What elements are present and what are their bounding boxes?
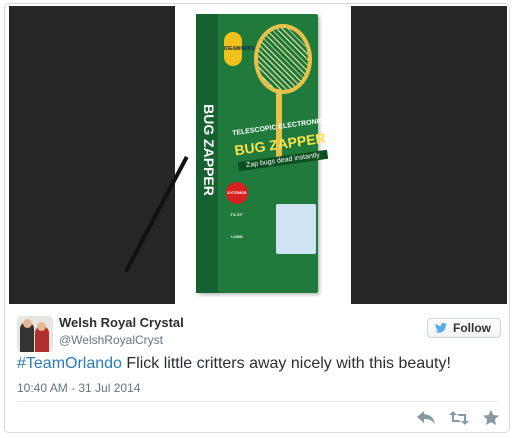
tweet-text-body: Flick little critters away nicely with t… — [121, 355, 451, 372]
zapper-racket-illustration — [254, 24, 312, 94]
reply-icon[interactable] — [417, 410, 435, 425]
box-side-label: BUG ZAPPER — [201, 104, 217, 196]
author-name[interactable]: Welsh Royal Crystal — [59, 315, 184, 330]
tweet-text: #TeamOrlando Flick little critters away … — [17, 355, 451, 373]
retweet-icon[interactable] — [449, 410, 469, 425]
follow-button[interactable]: Follow — [427, 318, 501, 338]
tweet-body: Welsh Royal Crystal @WelshRoyalCryst Fol… — [5, 304, 509, 432]
telescopic-pole-illustration — [123, 156, 189, 273]
box-side-panel: BUG ZAPPER — [196, 14, 218, 293]
follow-label: Follow — [453, 321, 491, 335]
extends-badge: EXTENDS TO 37" LONG — [226, 182, 248, 239]
product-box: BUG ZAPPER IDEAWORKS TELESCOPIC ELECTRON… — [196, 14, 329, 293]
product-photo: BUG ZAPPER IDEAWORKS TELESCOPIC ELECTRON… — [123, 6, 351, 304]
favorite-star-icon[interactable] — [483, 410, 499, 425]
avatar[interactable] — [17, 316, 53, 352]
embedded-tweet-card: BUG ZAPPER IDEAWORKS TELESCOPIC ELECTRON… — [4, 3, 510, 433]
tweet-media[interactable]: BUG ZAPPER IDEAWORKS TELESCOPIC ELECTRON… — [9, 6, 507, 304]
tweet-actions — [417, 410, 499, 425]
twitter-bird-icon — [435, 323, 447, 333]
brand-logo: IDEAWORKS — [224, 32, 255, 66]
hashtag-link[interactable]: #TeamOrlando — [17, 355, 122, 372]
author-handle[interactable]: @WelshRoyalCryst — [59, 333, 163, 347]
tweet-timestamp[interactable]: 10:40 AM - 31 Jul 2014 — [17, 381, 140, 395]
usage-scene-illustration — [276, 204, 316, 254]
divider — [17, 401, 497, 402]
